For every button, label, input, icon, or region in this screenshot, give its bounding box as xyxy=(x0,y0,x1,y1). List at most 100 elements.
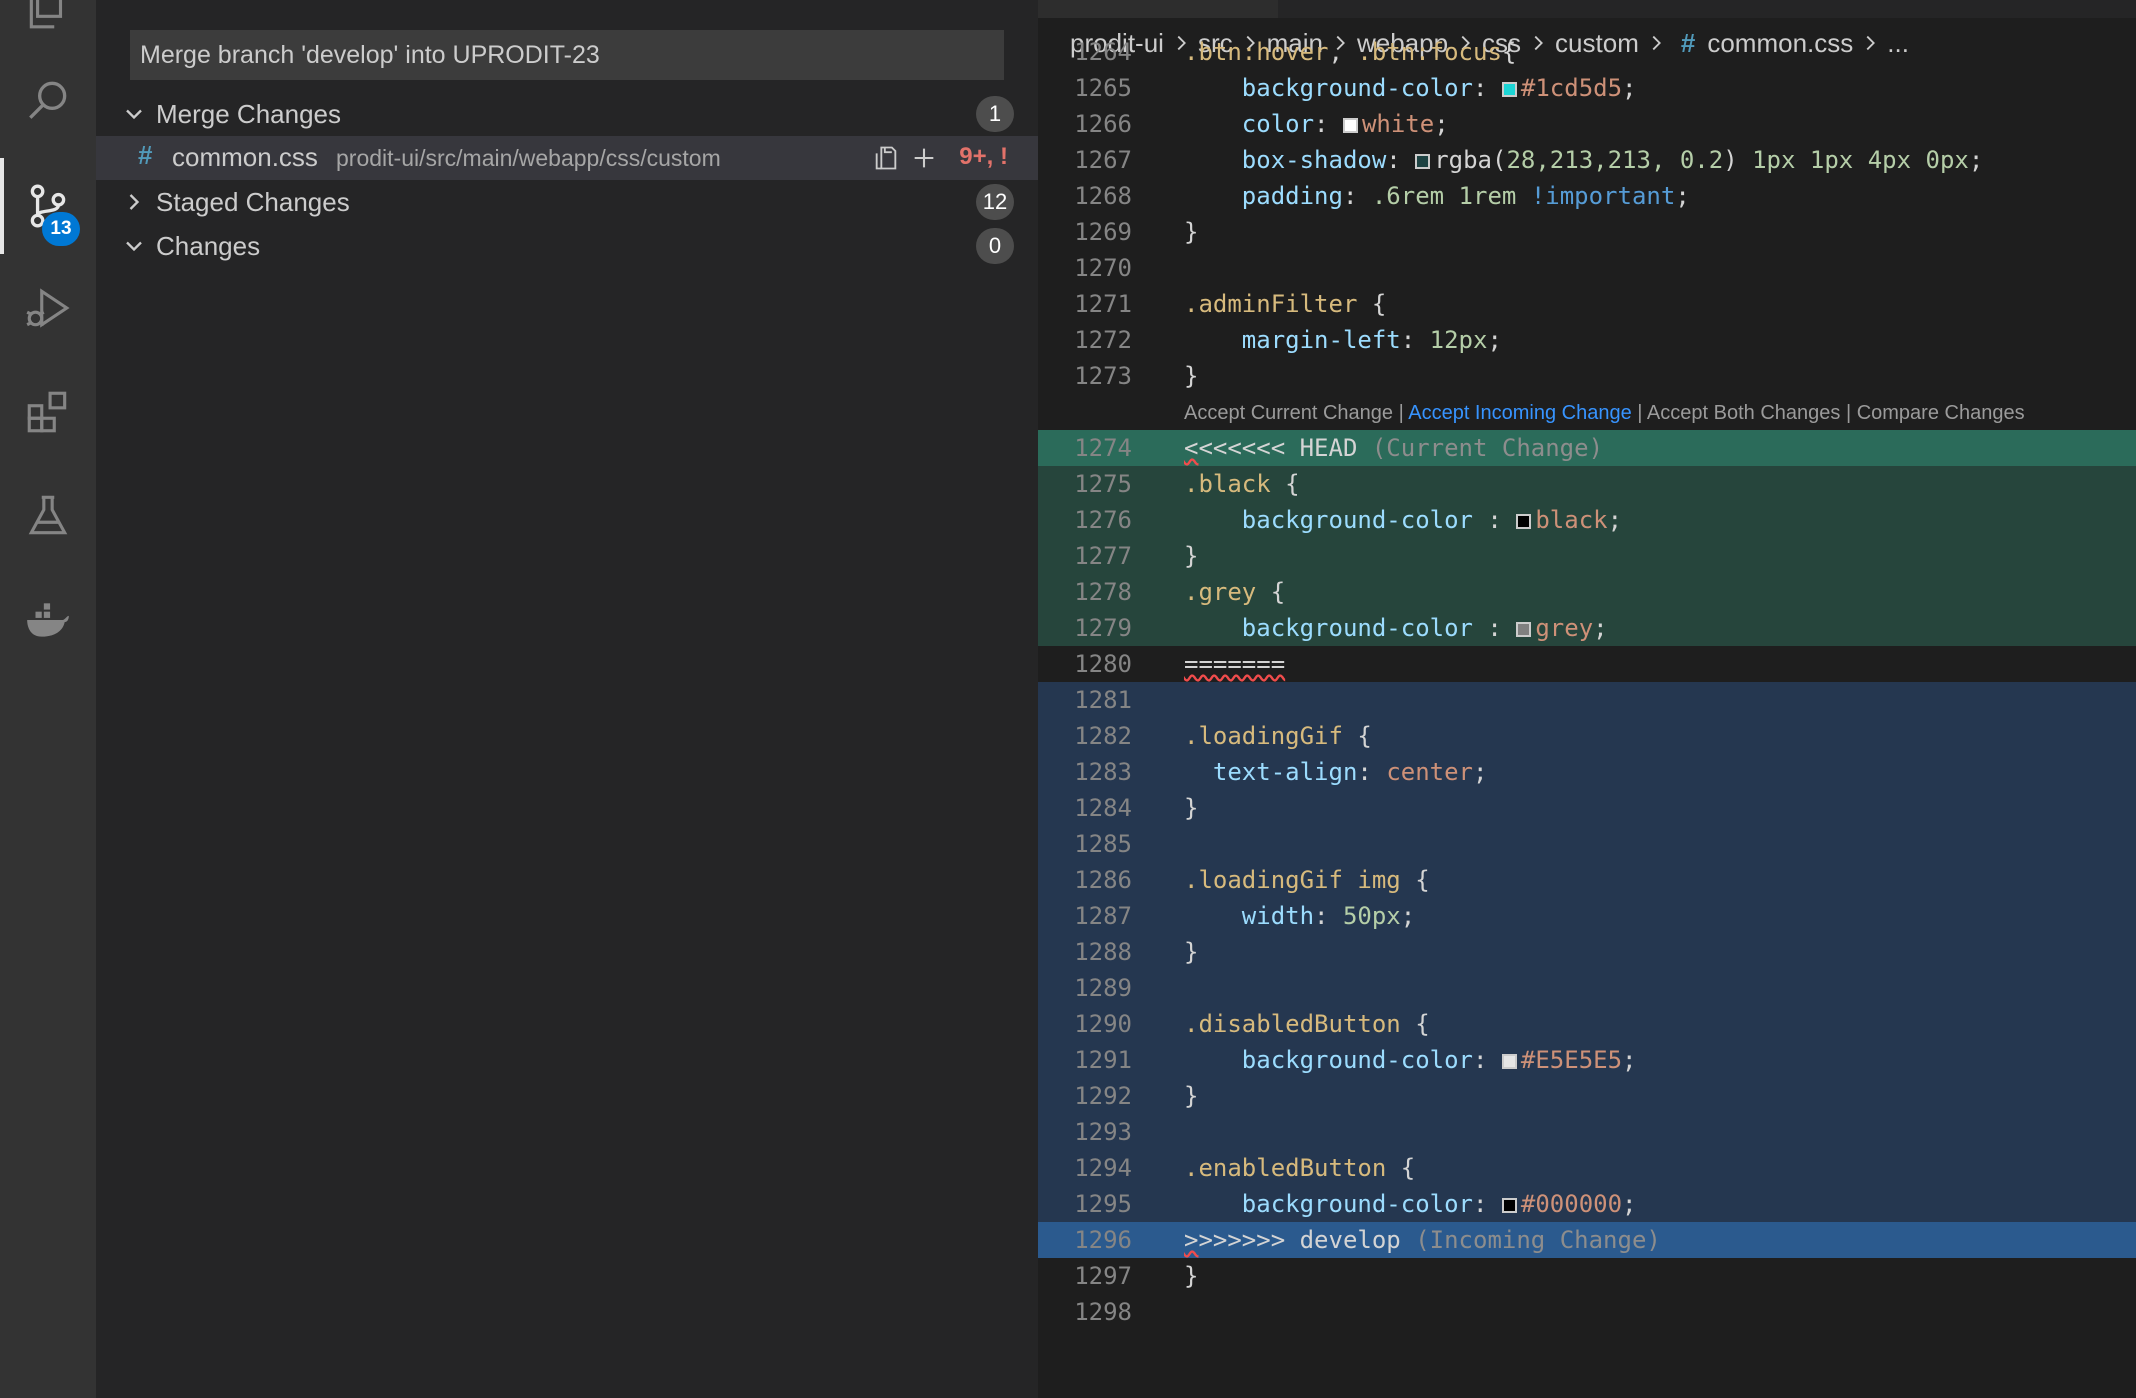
line-number: 1266 xyxy=(1074,110,1132,138)
code-line[interactable]: 1269} xyxy=(1038,214,2136,250)
code-line[interactable]: 1284} xyxy=(1038,790,2136,826)
code-line[interactable]: 1290 .disabledButton { xyxy=(1038,1006,2136,1042)
code-line[interactable]: 1289 xyxy=(1038,970,2136,1006)
chevron-down-icon xyxy=(126,109,142,120)
line-number: 1286 xyxy=(1074,866,1132,894)
line-number: 1291 xyxy=(1074,1046,1132,1074)
color-swatch[interactable] xyxy=(1501,82,1517,97)
line-number: 1294 xyxy=(1074,1154,1132,1182)
code-line[interactable]: 1283 text-align: center; xyxy=(1038,754,2136,790)
group-count: 12 xyxy=(976,184,1014,220)
line-number: 1274 xyxy=(1074,434,1132,462)
code-line[interactable]: 1298 xyxy=(1038,1294,2136,1330)
code-line[interactable]: 1265 background-color: #1cd5d5; xyxy=(1038,70,2136,106)
docker-icon[interactable] xyxy=(0,572,96,668)
commit-message-input[interactable] xyxy=(130,30,1004,80)
line-number: 1290 xyxy=(1074,1010,1132,1038)
line-text: background-color: #000000; xyxy=(1241,1190,1637,1218)
source-control-badge: 13 xyxy=(42,212,80,246)
code-line[interactable]: 1276 background-color : black; xyxy=(1038,502,2136,538)
code-line[interactable]: 1278 .grey { xyxy=(1038,574,2136,610)
code-line[interactable]: 1297} xyxy=(1038,1258,2136,1294)
code-line[interactable]: 1293 xyxy=(1038,1114,2136,1150)
code-line[interactable]: 1264 .btn:hover, .btn:focus{ xyxy=(1038,34,2136,70)
code-line[interactable]: 1277} xyxy=(1038,538,2136,574)
compare-changes-link[interactable]: Compare Changes xyxy=(1857,402,2025,424)
color-swatch[interactable] xyxy=(1516,622,1532,637)
chevron-down-icon xyxy=(126,241,142,252)
explorer-icon[interactable] xyxy=(0,0,96,56)
line-text: .disabledButton { xyxy=(1184,1010,1430,1038)
search-icon[interactable] xyxy=(0,52,96,148)
code-line[interactable]: 1267 box-shadow: rgba(28,213,213, 0.2) 1… xyxy=(1038,142,2136,178)
line-number: 1287 xyxy=(1074,902,1132,930)
line-text: .enabledButton { xyxy=(1184,1154,1416,1182)
changed-file-row[interactable]: # common.css prodit-ui/src/main/webapp/c… xyxy=(96,136,1038,180)
line-number: 1272 xyxy=(1074,326,1132,354)
accept-incoming-change-link[interactable]: Accept Incoming Change xyxy=(1408,402,1631,424)
line-number: 1279 xyxy=(1074,614,1132,642)
run-debug-icon[interactable] xyxy=(0,260,96,356)
line-number: 1283 xyxy=(1074,758,1132,786)
group-changes[interactable]: Changes 0 xyxy=(96,224,1038,268)
color-swatch[interactable] xyxy=(1342,118,1358,133)
line-text: color: white; xyxy=(1241,110,1449,138)
code-line[interactable]: 1288} xyxy=(1038,934,2136,970)
code-line[interactable]: 1294 .enabledButton { xyxy=(1038,1150,2136,1186)
line-text: } xyxy=(1184,362,1199,390)
code-line[interactable]: 1266 color: white; xyxy=(1038,106,2136,142)
line-text: <<<<<<< HEAD (Current Change) xyxy=(1184,434,1604,462)
code-line[interactable]: 1270 xyxy=(1038,250,2136,286)
line-text: padding: .6rem 1rem !important; xyxy=(1241,182,1690,210)
line-number: 1284 xyxy=(1074,794,1132,822)
code-line[interactable]: 1274 <<<<<<< HEAD (Current Change) xyxy=(1038,430,2136,466)
line-text: } xyxy=(1184,794,1199,822)
code-line[interactable]: 1272 margin-left: 12px; xyxy=(1038,322,2136,358)
group-count: 1 xyxy=(976,96,1014,132)
color-swatch[interactable] xyxy=(1501,1054,1517,1069)
code-line[interactable]: 1285 xyxy=(1038,826,2136,862)
color-swatch[interactable] xyxy=(1501,1198,1517,1213)
accept-both-changes-link[interactable]: Accept Both Changes xyxy=(1647,402,1840,424)
code-line[interactable]: 1273} xyxy=(1038,358,2136,394)
group-count: 0 xyxy=(976,228,1014,264)
code-line[interactable]: 1291 background-color: #E5E5E5; xyxy=(1038,1042,2136,1078)
extensions-icon[interactable] xyxy=(0,364,96,460)
line-number: 1296 xyxy=(1074,1226,1132,1254)
code-line[interactable]: 1268 padding: .6rem 1rem !important; xyxy=(1038,178,2136,214)
group-merge-changes[interactable]: Merge Changes 1 xyxy=(96,92,1038,136)
line-number: 1270 xyxy=(1074,254,1132,282)
accept-current-change-link[interactable]: Accept Current Change xyxy=(1184,402,1393,424)
line-text: background-color: #E5E5E5; xyxy=(1241,1046,1637,1074)
code-line[interactable]: 1295 background-color: #000000; xyxy=(1038,1186,2136,1222)
code-line[interactable]: 1281 xyxy=(1038,682,2136,718)
code-line[interactable]: 1296 >>>>>>> develop (Incoming Change) xyxy=(1038,1222,2136,1258)
group-staged-changes[interactable]: Staged Changes 12 xyxy=(96,180,1038,224)
editor-tab[interactable] xyxy=(1038,0,1278,18)
line-text: >>>>>>> develop (Incoming Change) xyxy=(1184,1226,1661,1254)
color-swatch[interactable] xyxy=(1516,514,1532,529)
line-number: 1288 xyxy=(1074,938,1132,966)
code-line[interactable]: 1286 .loadingGif img { xyxy=(1038,862,2136,898)
line-text: } xyxy=(1184,542,1199,570)
code-line[interactable]: 1280 ======= xyxy=(1038,646,2136,682)
code-line[interactable]: 1275 .black { xyxy=(1038,466,2136,502)
line-text: .grey { xyxy=(1184,578,1286,606)
code-line[interactable]: 1271 .adminFilter { xyxy=(1038,286,2136,322)
code-line[interactable]: 1292} xyxy=(1038,1078,2136,1114)
group-label: Changes xyxy=(156,230,261,261)
code-line[interactable]: 1287 width: 50px; xyxy=(1038,898,2136,934)
source-control-icon[interactable]: 13 xyxy=(0,158,96,254)
file-path: prodit-ui/src/main/webapp/css/custom xyxy=(336,145,721,171)
code-line[interactable]: 1279 background-color : grey; xyxy=(1038,610,2136,646)
color-swatch[interactable] xyxy=(1415,154,1431,169)
line-number: 1275 xyxy=(1074,470,1132,498)
line-text: background-color : grey; xyxy=(1241,614,1608,642)
testing-icon[interactable] xyxy=(0,468,96,564)
code-line[interactable]: 1282 .loadingGif { xyxy=(1038,718,2136,754)
line-number: 1297 xyxy=(1074,1262,1132,1290)
line-text: } xyxy=(1184,1082,1199,1110)
stage-plus-icon[interactable] xyxy=(910,144,938,172)
file-status: 9+, ! xyxy=(959,143,1008,170)
open-file-icon[interactable] xyxy=(872,144,900,172)
